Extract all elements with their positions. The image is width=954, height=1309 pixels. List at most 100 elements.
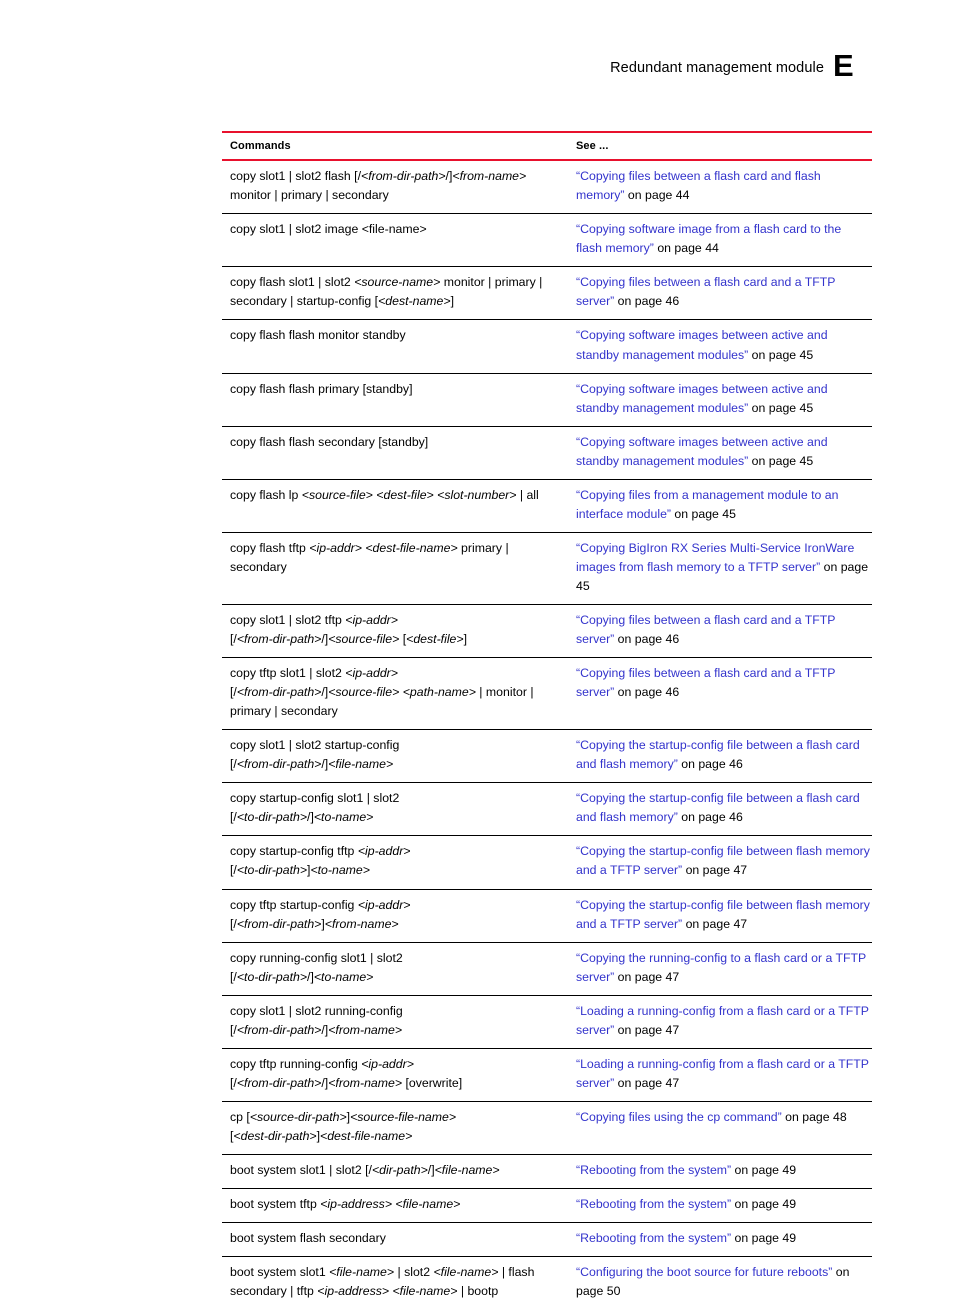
- command-syntax-cell: copy tftp startup-config <ip-addr> [/<fro…: [222, 889, 566, 942]
- page-reference-text: on page 45: [748, 400, 814, 415]
- command-syntax-text: copy flash flash monitor standby: [230, 328, 406, 343]
- command-syntax-cell: copy slot1 | slot2 image <file-name>: [222, 214, 566, 267]
- table-row: copy flash flash primary [standby] “Copyi…: [222, 373, 872, 427]
- command-syntax-text: copy flash lp <source-file> <dest-file> …: [230, 487, 539, 502]
- page-reference-text: on page 45: [748, 347, 814, 362]
- table-body: copy slot1 | slot2 flash [/<from-dir-pat…: [222, 160, 872, 1309]
- page-reference-text: on page 47: [682, 863, 748, 878]
- page-reference-text: on page 46: [614, 632, 680, 647]
- cross-reference-link[interactable]: “Copying files using the cp command”: [576, 1110, 782, 1124]
- see-reference-cell: “Copying the startup-config file between…: [566, 836, 872, 889]
- see-reference-cell: “Copying software images between active …: [566, 320, 872, 373]
- see-reference-cell: “Loading a running-config from a flash c…: [566, 995, 872, 1048]
- see-reference-cell: “Copying software images between active …: [566, 373, 872, 426]
- table-row: copy startup-config tftp <ip-addr> [/<to-…: [222, 836, 872, 889]
- see-reference-cell: “Copying software images between active …: [566, 426, 872, 479]
- table-row: copy tftp startup-config <ip-addr> [/<fro…: [222, 889, 872, 943]
- see-reference-cell: “Copying the startup-config file between…: [566, 889, 872, 942]
- command-syntax-cell: copy slot1 | slot2 tftp <ip-addr> [/<from…: [222, 604, 566, 657]
- command-syntax-text: copy slot1 | slot2 flash [/<from-dir-pat…: [230, 169, 527, 203]
- command-syntax-text: boot system slot1 <file-name> | slot2 <f…: [230, 1265, 535, 1299]
- table-row: cp [<source-dir-path>]<source-file-name>…: [222, 1101, 872, 1155]
- command-syntax-text: copy flash flash primary [standby]: [230, 381, 413, 396]
- see-reference-cell: “Copying software image from a flash car…: [566, 214, 872, 267]
- page-reference-text: on page 46: [614, 685, 680, 700]
- command-syntax-cell: copy flash flash primary [standby]: [222, 373, 566, 426]
- commands-reference-table: Commands See ... copy slot1 | slot2 flas…: [222, 131, 872, 1309]
- command-syntax-text: copy tftp running-config <ip-addr> [/<fro…: [230, 1056, 463, 1090]
- cross-reference-link[interactable]: “Rebooting from the system”: [576, 1163, 731, 1177]
- table-row: copy flash lp <source-file> <dest-file> …: [222, 479, 872, 533]
- commands-table: Commands See ... copy slot1 | slot2 flas…: [222, 131, 872, 1309]
- command-syntax-cell: cp [<source-dir-path>]<source-file-name>…: [222, 1101, 566, 1154]
- cross-reference-link[interactable]: “Copying BigIron RX Series Multi-Service…: [576, 541, 854, 574]
- command-syntax-cell: copy flash lp <source-file> <dest-file> …: [222, 479, 566, 532]
- command-syntax-cell: copy running-config slot1 | slot2 [/<to-d…: [222, 942, 566, 995]
- command-syntax-cell: copy slot1 | slot2 startup-config [/<from…: [222, 730, 566, 783]
- cross-reference-link[interactable]: “Rebooting from the system”: [576, 1231, 731, 1245]
- see-reference-cell: “Copying files between a flash card and …: [566, 604, 872, 657]
- table-row: copy slot1 | slot2 startup-config [/<from…: [222, 730, 872, 783]
- command-syntax-text: copy slot1 | slot2 startup-config [/<from…: [230, 738, 400, 772]
- command-syntax-text: copy running-config slot1 | slot2 [/<to-d…: [230, 950, 403, 984]
- page-reference-text: on page 49: [731, 1162, 797, 1177]
- command-syntax-cell: boot system flash secondary: [222, 1223, 566, 1257]
- see-reference-cell: “Rebooting from the system” on page 49: [566, 1154, 872, 1188]
- command-syntax-cell: copy flash flash secondary [standby]: [222, 426, 566, 479]
- command-syntax-text: copy tftp startup-config <ip-addr> [/<fro…: [230, 897, 411, 931]
- table-row: boot system slot1 <file-name> | slot2 <f…: [222, 1257, 872, 1309]
- see-reference-cell: “Copying BigIron RX Series Multi-Service…: [566, 532, 872, 604]
- cross-reference-link[interactable]: “Configuring the boot source for future …: [576, 1265, 832, 1279]
- page-running-header: Redundant management module E: [0, 0, 954, 110]
- page-reference-text: on page 47: [614, 1022, 680, 1037]
- see-reference-cell: “Copying files between a flash card and …: [566, 160, 872, 214]
- page-reference-text: on page 45: [748, 453, 814, 468]
- see-reference-cell: “Copying the startup-config file between…: [566, 730, 872, 783]
- command-syntax-text: copy flash slot1 | slot2 <source-name> m…: [230, 275, 543, 309]
- command-syntax-text: copy flash tftp <ip-addr> <dest-file-nam…: [230, 540, 509, 574]
- see-reference-cell: “Copying files from a management module …: [566, 479, 872, 532]
- table-row: copy tftp slot1 | slot2 <ip-addr> [/<from…: [222, 658, 872, 730]
- table-row: copy slot1 | slot2 tftp <ip-addr> [/<from…: [222, 604, 872, 658]
- chapter-letter: E: [833, 48, 854, 83]
- command-syntax-cell: copy slot1 | slot2 running-config [/<from…: [222, 995, 566, 1048]
- command-syntax-cell: copy slot1 | slot2 flash [/<from-dir-pat…: [222, 160, 566, 214]
- command-syntax-cell: copy flash flash monitor standby: [222, 320, 566, 373]
- command-syntax-cell: copy flash slot1 | slot2 <source-name> m…: [222, 267, 566, 320]
- table-row: copy flash flash secondary [standby] “Cop…: [222, 426, 872, 480]
- command-syntax-text: copy flash flash secondary [standby]: [230, 434, 429, 449]
- command-syntax-text: copy slot1 | slot2 tftp <ip-addr> [/<from…: [230, 612, 467, 647]
- command-syntax-cell: copy flash tftp <ip-addr> <dest-file-nam…: [222, 532, 566, 604]
- table-row: boot system flash secondary “Rebooting fr…: [222, 1223, 872, 1257]
- page-reference-text: on page 48: [781, 1109, 847, 1124]
- page-reference-text: on page 45: [671, 506, 736, 521]
- table-row: copy slot1 | slot2 running-config [/<from…: [222, 995, 872, 1049]
- command-syntax-text: copy startup-config tftp <ip-addr> [/<to-…: [230, 844, 411, 878]
- page-reference-text: on page 44: [653, 241, 719, 256]
- command-syntax-text: copy startup-config slot1 | slot2 [/<to-d…: [230, 791, 400, 825]
- table-row: copy flash slot1 | slot2 <source-name> m…: [222, 267, 872, 320]
- command-syntax-text: copy tftp slot1 | slot2 <ip-addr> [/<from…: [230, 666, 534, 719]
- page-reference-text: on page 49: [731, 1197, 797, 1212]
- see-reference-cell: “Rebooting from the system” on page 49: [566, 1223, 872, 1257]
- cross-reference-link[interactable]: “Copying files between a flash card and …: [576, 169, 821, 202]
- table-row: boot system tftp <ip-address> <file-name…: [222, 1189, 872, 1223]
- see-reference-cell: “Copying files using the cp command” on …: [566, 1101, 872, 1154]
- page-reference-text: on page 47: [614, 1075, 680, 1090]
- see-reference-cell: “Copying files between a flash card and …: [566, 658, 872, 730]
- see-reference-cell: “Configuring the boot source for future …: [566, 1257, 872, 1309]
- running-header-title: Redundant management module: [610, 60, 824, 76]
- see-reference-cell: “Loading a running-config from a flash c…: [566, 1048, 872, 1101]
- table-row: copy flash flash monitor standby “Copying…: [222, 320, 872, 374]
- command-syntax-cell: boot system slot1 | slot2 [/<dir-path>/]…: [222, 1154, 566, 1188]
- table-row: copy slot1 | slot2 image <file-name> “Cop…: [222, 214, 872, 267]
- page-reference-text: on page 46: [677, 810, 743, 825]
- see-reference-cell: “Rebooting from the system” on page 49: [566, 1189, 872, 1223]
- command-syntax-text: boot system flash secondary: [230, 1231, 386, 1246]
- command-syntax-cell: copy tftp slot1 | slot2 <ip-addr> [/<from…: [222, 658, 566, 730]
- cross-reference-link[interactable]: “Rebooting from the system”: [576, 1197, 731, 1211]
- see-reference-cell: “Copying the startup-config file between…: [566, 783, 872, 836]
- command-syntax-text: cp [<source-dir-path>]<source-file-name>…: [230, 1109, 457, 1143]
- command-syntax-text: boot system tftp <ip-address> <file-name…: [230, 1197, 461, 1212]
- command-syntax-text: copy slot1 | slot2 running-config [/<from…: [230, 1003, 403, 1037]
